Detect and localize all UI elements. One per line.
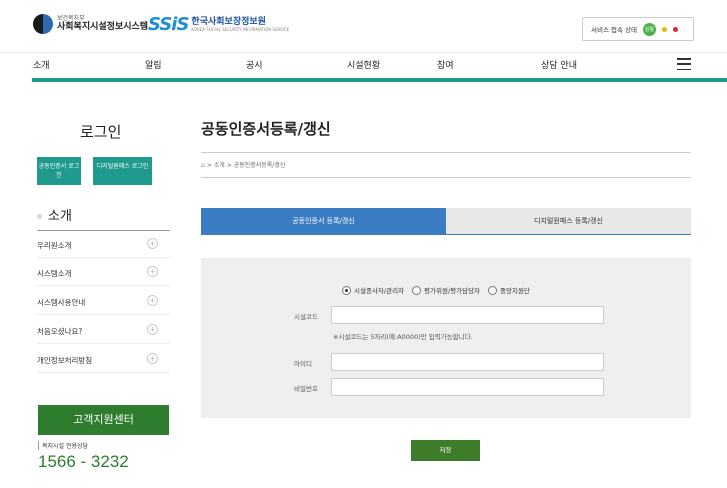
nav-item-participation[interactable]: 참여 (437, 58, 454, 71)
sidebar-item-label: 우리원소개 (37, 241, 72, 250)
sidebar-item-label: 시스템사용안내 (37, 298, 86, 307)
radio-unchecked-icon[interactable] (412, 285, 422, 295)
sidebar-item-guide[interactable]: 시스템사용안내 + (37, 288, 170, 315)
save-button[interactable]: 저장 (411, 440, 480, 461)
sidebar-item-system[interactable]: 시스템소개 + (37, 259, 170, 286)
nav-item-disclosure[interactable]: 공시 (246, 58, 263, 71)
tab-cert-register[interactable]: 공동인증서 등록/갱신 (201, 208, 446, 235)
radio-facility-staff[interactable]: 시설종사자/관리자 (342, 285, 404, 295)
expand-plus-icon[interactable]: + (147, 266, 158, 277)
page-title: 공동인증서등록/갱신 (201, 120, 331, 138)
sidebar-section-title: 소개 (37, 205, 72, 224)
bullet-icon (37, 214, 42, 219)
nav-item-facilities[interactable]: 시설현황 (347, 58, 380, 71)
password-input[interactable] (331, 378, 604, 396)
customer-support-phone: 1566 - 3232 (38, 452, 129, 471)
status-bad-icon (673, 26, 678, 32)
sidebar-item-label: 개인정보처리방침 (37, 356, 93, 365)
tab-digital-onepass-register[interactable]: 디지털원패스 등록/갱신 (446, 208, 691, 235)
mohw-emblem-icon (33, 14, 53, 34)
radio-unchecked-icon[interactable] (488, 285, 498, 295)
top-header: 보건복지부 사회복지시설정보시스템 SSiS 한국사회보장정보원 KOREA S… (0, 0, 727, 52)
breadcrumb-divider (201, 177, 691, 178)
facility-code-note: ※시설코드는 5자리(예:A0000)만 입력가능합니다. (333, 333, 473, 341)
nav-item-notice[interactable]: 알림 (145, 58, 162, 71)
id-label: 아이디 (294, 360, 312, 368)
radio-label: 시설종사자/관리자 (354, 287, 405, 295)
home-icon[interactable]: ⌂ (201, 162, 205, 169)
radio-label: 중앙지원단 (500, 287, 530, 295)
service-status-label: 서비스 접속 상태 (591, 26, 637, 34)
sidebar-item-label: 시스템소개 (37, 269, 72, 278)
ssis-logo-title: 한국사회보장정보원 (191, 16, 266, 27)
password-label: 비밀번호 (294, 385, 318, 393)
ssis-logo[interactable]: SSiS 한국사회보장정보원 KOREA SOCIAL SECURITY INF… (148, 14, 289, 35)
nav-item-consultation[interactable]: 상담 안내 (541, 58, 577, 71)
expand-plus-icon[interactable]: + (147, 295, 158, 306)
sidebar-section-label: 소개 (48, 209, 72, 224)
digital-onepass-login-button[interactable]: 디지털원패스 로그인 (93, 157, 152, 185)
customer-support-title: 고객지원센터 (38, 405, 169, 435)
radio-checked-icon[interactable] (342, 285, 351, 295)
ssis-logo-caption: KOREA SOCIAL SECURITY INFORMATION SERVIC… (191, 26, 290, 32)
nav-divider (32, 78, 727, 82)
id-input[interactable] (331, 353, 604, 371)
sidebar-item-first-visit[interactable]: 처음오셨나요? + (37, 317, 170, 344)
facility-code-input[interactable] (331, 306, 604, 324)
nav-item-intro[interactable]: 소개 (33, 58, 50, 71)
cert-login-button[interactable]: 공동인증서 로그인 (37, 157, 81, 185)
mohw-logo[interactable]: 보건복지부 사회복지시설정보시스템 (33, 14, 148, 34)
radio-label: 평가위원/평가담당자 (424, 287, 481, 295)
menu-hamburger-icon[interactable] (677, 58, 691, 70)
customer-support-subtitle: 복지시설 전용상담 (38, 441, 88, 450)
facility-code-label: 시설코드 (294, 313, 318, 321)
login-title: 로그인 (80, 123, 122, 141)
main-nav: 소개 알림 공시 시설현황 참여 상담 안내 (0, 52, 727, 76)
mohw-logo-title: 사회복지시설정보시스템 (57, 22, 149, 32)
expand-plus-icon[interactable]: + (147, 324, 158, 335)
radio-central-support[interactable]: 중앙지원단 (488, 285, 530, 295)
service-status: 서비스 접속 상태 원활 (582, 17, 694, 41)
expand-plus-icon[interactable]: + (147, 353, 158, 364)
user-type-radio-group: 시설종사자/관리자 평가위원/평가담당자 중앙지원단 (342, 285, 538, 295)
sidebar-item-privacy[interactable]: 개인정보처리방침 + (37, 346, 170, 373)
title-divider (201, 152, 691, 153)
breadcrumb: ⌂ > 소개 > 공동인증서등록/갱신 (201, 160, 285, 169)
status-good-icon: 원활 (643, 22, 656, 36)
status-warn-icon (662, 26, 667, 32)
ssis-logo-mark: SSiS (148, 14, 189, 35)
breadcrumb-path: > 소개 > 공동인증서등록/갱신 (206, 162, 286, 169)
sidebar-item-about[interactable]: 우리원소개 + (37, 231, 170, 258)
sidebar-item-label: 처음오셨나요? (37, 327, 83, 336)
expand-plus-icon[interactable]: + (147, 238, 158, 249)
radio-evaluator[interactable]: 평가위원/평가담당자 (412, 285, 480, 295)
